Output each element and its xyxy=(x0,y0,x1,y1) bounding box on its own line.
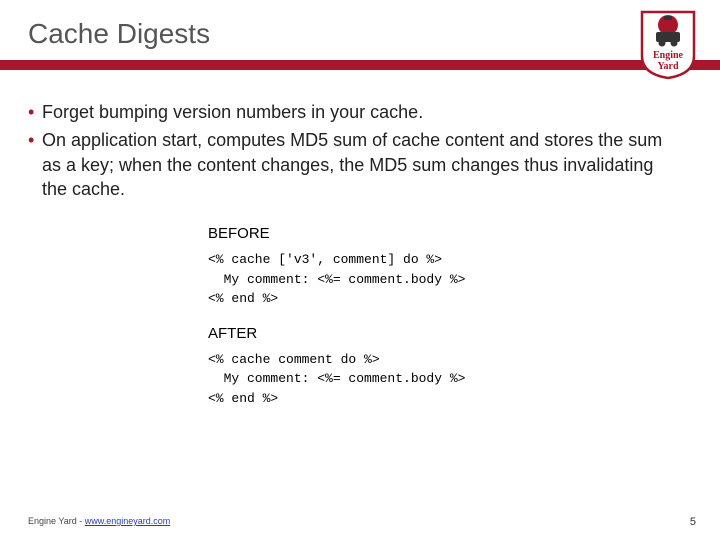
footer: Engine Yard - www.engineyard.com xyxy=(28,516,170,526)
page-number: 5 xyxy=(690,516,696,528)
before-label: BEFORE xyxy=(208,225,680,242)
slide-header: Cache Digests xyxy=(0,0,720,50)
before-code: <% cache ['v3', comment] do %> My commen… xyxy=(208,250,680,309)
footer-link[interactable]: www.engineyard.com xyxy=(85,516,171,526)
slide-title: Cache Digests xyxy=(28,18,720,50)
code-section: BEFORE <% cache ['v3', comment] do %> My… xyxy=(208,225,680,408)
after-code: <% cache comment do %> My comment: <%= c… xyxy=(208,350,680,409)
bullet-list: Forget bumping version numbers in your c… xyxy=(28,100,680,201)
slide-content: Forget bumping version numbers in your c… xyxy=(0,70,720,408)
header-divider xyxy=(0,60,720,70)
svg-text:Yard: Yard xyxy=(657,61,679,72)
svg-text:Engine: Engine xyxy=(653,50,684,61)
after-label: AFTER xyxy=(208,325,680,342)
brand-logo: Engine Yard xyxy=(638,8,698,80)
bullet-item: Forget bumping version numbers in your c… xyxy=(28,100,680,124)
bullet-item: On application start, computes MD5 sum o… xyxy=(28,128,680,201)
footer-company: Engine Yard - xyxy=(28,516,85,526)
